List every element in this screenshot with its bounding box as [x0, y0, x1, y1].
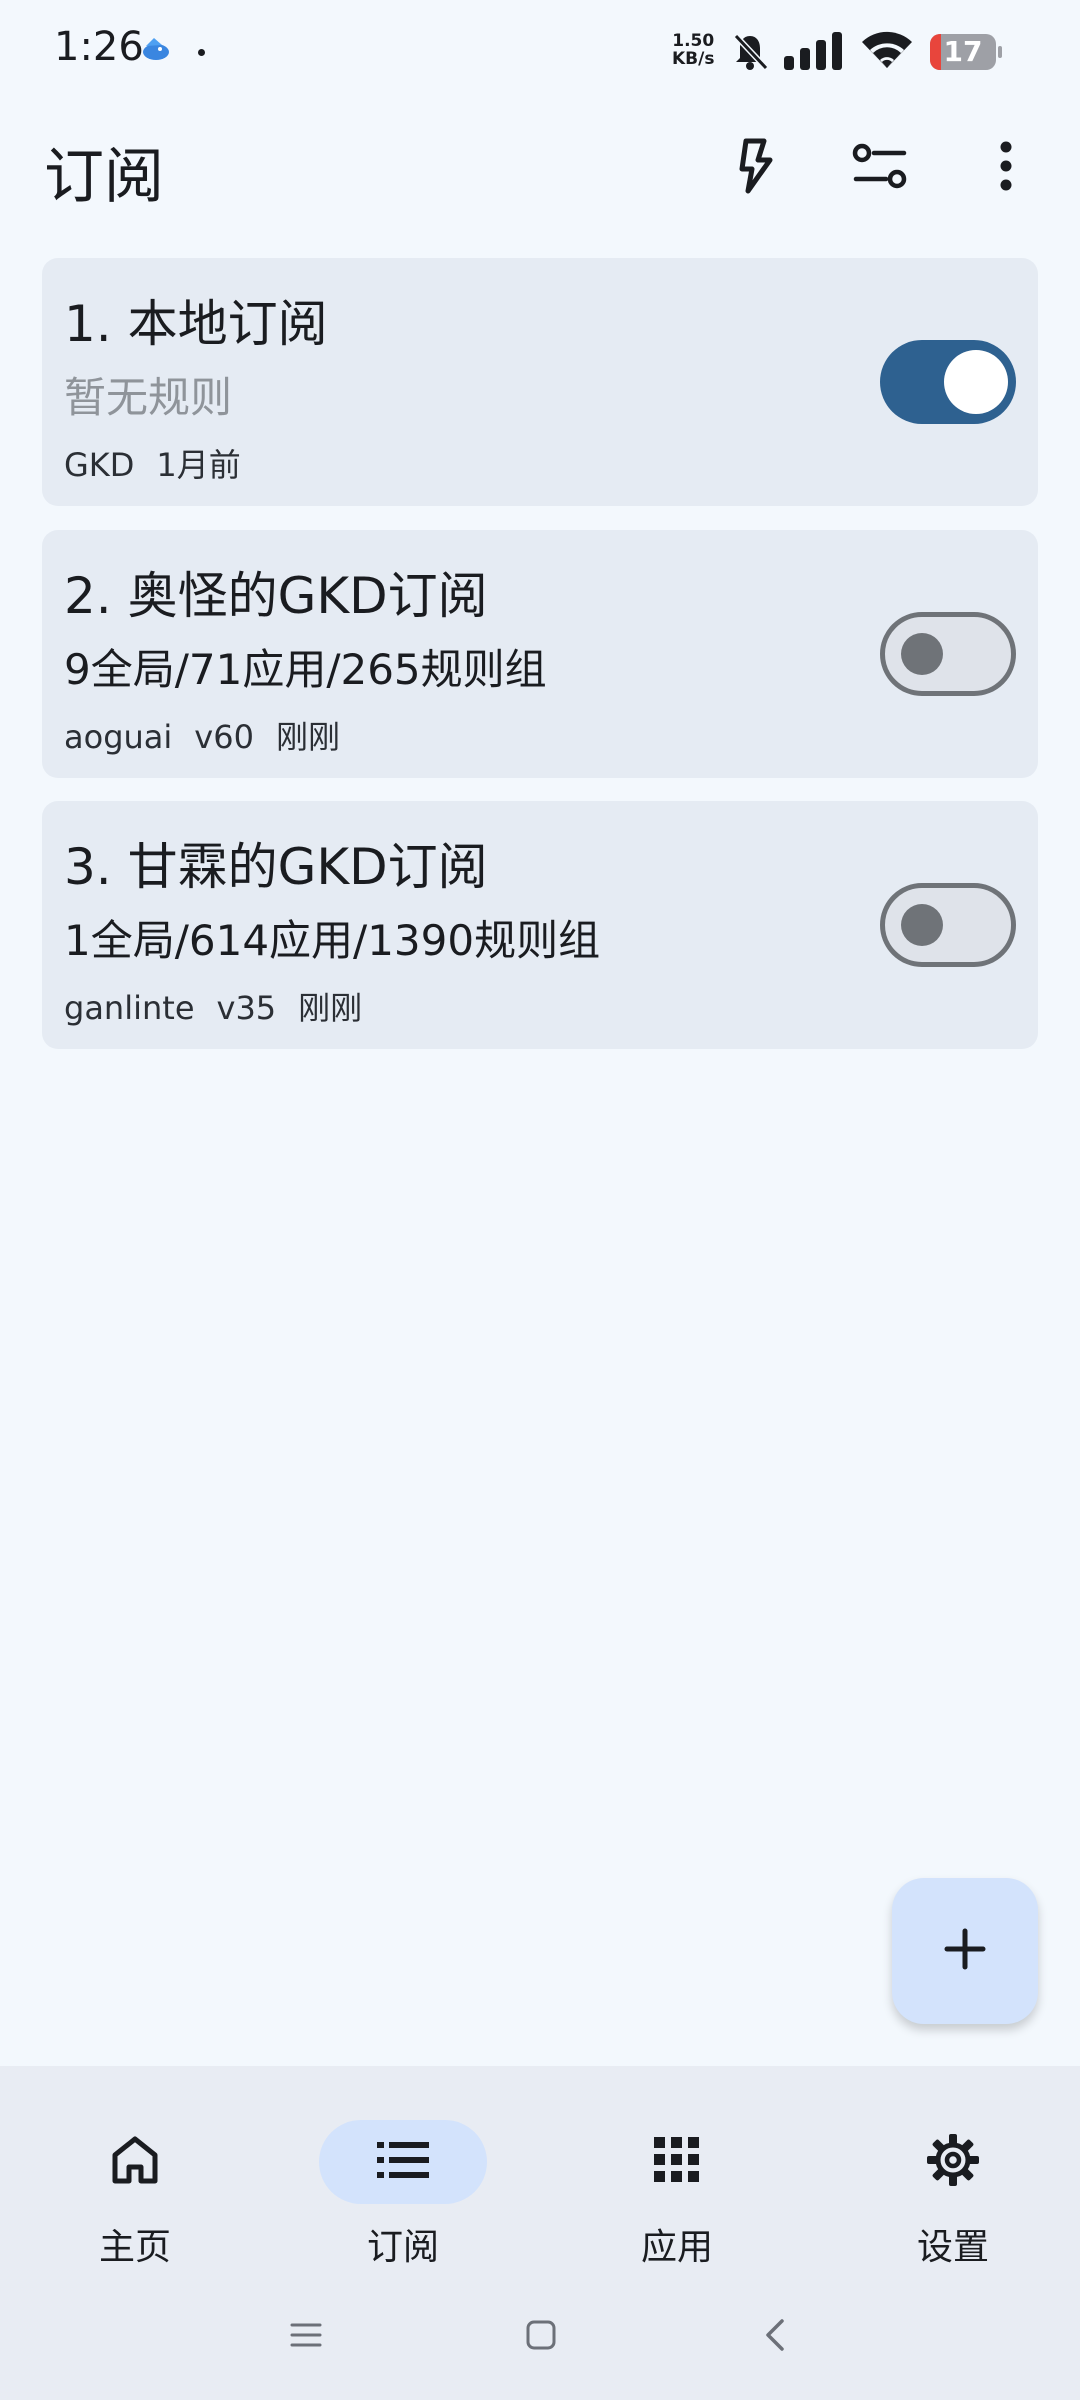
- subscription-summary: 1全局/614应用/1390规则组: [64, 916, 601, 965]
- flash-button[interactable]: [716, 128, 796, 208]
- network-speed-value: 1.50: [672, 31, 715, 51]
- apps-icon: [654, 2137, 700, 2187]
- recents-menu-icon[interactable]: [290, 2322, 322, 2352]
- signal-icon: [784, 32, 846, 74]
- battery-level: 17: [943, 35, 983, 68]
- nav-pill: [593, 2120, 761, 2204]
- page-title: 订阅: [44, 142, 164, 212]
- nav-pill: [51, 2120, 219, 2204]
- battery-indicator: 17: [930, 34, 1002, 70]
- network-speed: 1.50 KB/s: [672, 32, 714, 68]
- battery-tip: [998, 46, 1002, 58]
- network-speed-unit: KB/s: [672, 49, 715, 69]
- subscription-updated: 刚刚: [275, 718, 340, 756]
- subscription-title: 2. 奥怪的GKD订阅: [64, 567, 488, 625]
- subscription-card[interactable]: 2. 奥怪的GKD订阅 9全局/71应用/265规则组 aoguai v60 刚刚: [42, 530, 1038, 778]
- subscription-meta: GKD 1月前: [64, 440, 263, 486]
- back-icon[interactable]: [764, 2318, 786, 2356]
- status-bar: 1:26 1.50 KB/s 17: [0, 0, 1080, 104]
- subscription-updated: 刚刚: [298, 989, 363, 1027]
- notification-dot-icon: [198, 49, 205, 56]
- subscription-card[interactable]: 3. 甘霖的GKD订阅 1全局/614应用/1390规则组 ganlinte v3…: [42, 801, 1038, 1049]
- subscription-toggle[interactable]: [880, 340, 1016, 424]
- wifi-icon: [860, 30, 914, 74]
- toggle-knob: [944, 350, 1008, 414]
- nav-label: 设置: [916, 2227, 989, 2268]
- nav-pill: [869, 2120, 1037, 2204]
- subscription-author: GKD: [64, 446, 135, 484]
- nav-item-settings[interactable]: 设置: [818, 2094, 1080, 2268]
- subscription-meta: ganlinte v35 刚刚: [64, 983, 384, 1029]
- nav-item-apps[interactable]: 应用: [542, 2094, 812, 2268]
- filter-settings-button[interactable]: [840, 128, 920, 208]
- flash-icon: [736, 138, 776, 198]
- subscription-updated: 1月前: [156, 446, 241, 484]
- nav-label: 主页: [98, 2227, 171, 2268]
- nav-item-home[interactable]: 主页: [0, 2094, 270, 2268]
- home-icon: [109, 2135, 161, 2189]
- nav-item-subscriptions[interactable]: 订阅: [268, 2094, 538, 2268]
- system-navigation-bar: [0, 2300, 1080, 2370]
- subscription-author: ganlinte: [64, 989, 195, 1027]
- home-square-icon[interactable]: [526, 2320, 556, 2354]
- tune-icon: [852, 141, 908, 195]
- subscription-toggle[interactable]: [880, 883, 1016, 967]
- app-notification-icon: [140, 36, 170, 66]
- subscription-title: 1. 本地订阅: [64, 295, 328, 353]
- nav-label: 应用: [640, 2227, 713, 2268]
- add-icon: [943, 1927, 987, 1975]
- status-time: 1:26: [54, 24, 144, 70]
- subscription-card[interactable]: 1. 本地订阅 暂无规则 GKD 1月前: [42, 258, 1038, 506]
- subscription-summary: 暂无规则: [64, 373, 233, 422]
- toggle-knob: [901, 633, 943, 675]
- subscription-meta: aoguai v60 刚刚: [64, 712, 362, 758]
- nav-label: 订阅: [366, 2227, 439, 2268]
- toggle-knob: [901, 904, 943, 946]
- nav-pill-active: [319, 2120, 487, 2204]
- subscription-author: aoguai: [64, 718, 173, 756]
- subscription-toggle[interactable]: [880, 612, 1016, 696]
- subscription-version: v35: [216, 989, 277, 1027]
- list-icon: [377, 2140, 429, 2184]
- add-subscription-button[interactable]: [892, 1878, 1038, 2024]
- subscription-title: 3. 甘霖的GKD订阅: [64, 838, 488, 896]
- settings-icon: [926, 2133, 980, 2191]
- battery-body: 17: [930, 34, 996, 70]
- more-options-button[interactable]: [966, 128, 1046, 208]
- subscription-summary: 9全局/71应用/265规则组: [64, 645, 547, 694]
- subscription-version: v60: [194, 718, 254, 756]
- bell-off-icon: [732, 32, 769, 76]
- more-vert-icon: [998, 141, 1014, 195]
